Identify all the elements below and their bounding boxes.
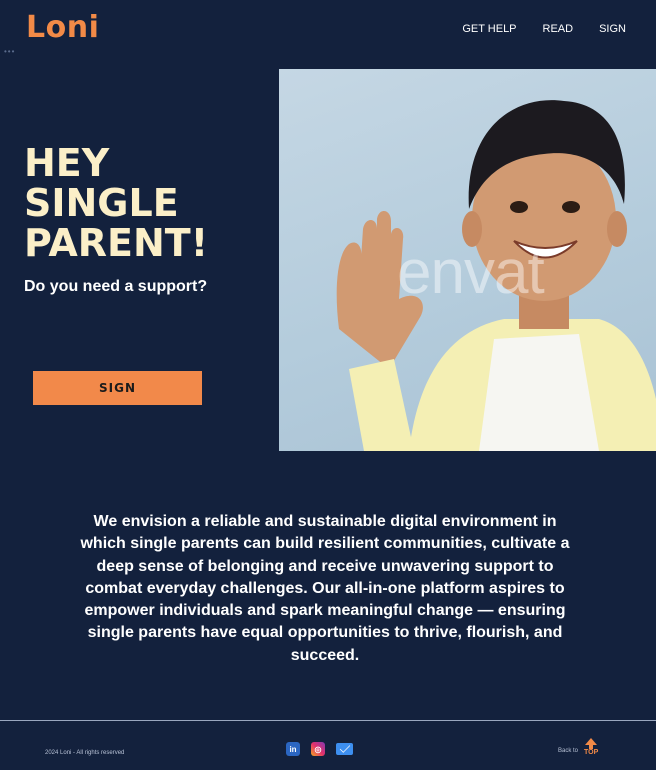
linkedin-icon[interactable]: in: [286, 742, 300, 756]
logo[interactable]: Loni: [26, 10, 99, 45]
instagram-icon[interactable]: ◎: [311, 742, 325, 756]
nav-get-help[interactable]: GET HELP: [462, 23, 516, 35]
watermark-text: envat: [397, 238, 545, 307]
hero-title: Hey Single Parent!: [24, 141, 209, 265]
top-label: TOP: [584, 749, 599, 756]
back-to-top[interactable]: Back to TOP: [558, 738, 598, 756]
sign-button[interactable]: Sign: [33, 371, 202, 405]
nav-sign[interactable]: SIGN: [599, 23, 626, 35]
arrow-up-icon[interactable]: TOP: [584, 738, 598, 756]
main-nav: GET HELP READ SIGN: [462, 23, 626, 35]
mission-statement: We envision a reliable and sustainable d…: [80, 513, 570, 664]
back-to-label: Back to: [558, 748, 579, 754]
hero-subtitle: Do you need a support?: [24, 278, 208, 295]
copyright-text: 2024 Loni - All rights reserved: [45, 750, 125, 756]
hero-photo: envat: [279, 69, 656, 451]
footer-divider: [0, 720, 656, 721]
mail-icon[interactable]: [336, 743, 353, 755]
social-links: in ◎: [286, 742, 353, 756]
decorative-dots: •••: [4, 47, 16, 56]
nav-read[interactable]: READ: [543, 23, 574, 35]
